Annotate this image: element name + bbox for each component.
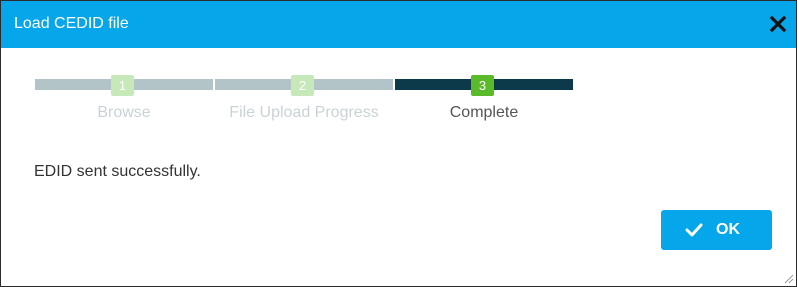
progress-steps: 1 Browse 2 File Upload Progress 3 Comple… <box>35 75 575 123</box>
close-icon[interactable] <box>769 15 787 33</box>
dialog-content: 1 Browse 2 File Upload Progress 3 Comple… <box>1 49 796 286</box>
load-cedid-dialog: Load CEDID file 1 Browse 2 File Upload P… <box>0 0 797 287</box>
dialog-titlebar: Load CEDID file <box>1 1 796 48</box>
step-file-upload-progress: 2 File Upload Progress <box>215 75 393 123</box>
ok-button[interactable]: OK <box>661 210 772 250</box>
ok-button-label: OK <box>716 221 740 238</box>
step-label: Complete <box>449 104 519 121</box>
status-message: EDID sent successfully. <box>34 163 201 180</box>
step-number: 3 <box>471 75 494 96</box>
checkmark-icon <box>685 223 703 237</box>
dialog-title: Load CEDID file <box>14 15 129 32</box>
resize-grip-icon[interactable] <box>782 272 794 284</box>
step-browse: 1 Browse <box>35 75 213 123</box>
step-complete: 3 Complete <box>395 75 573 123</box>
step-number: 2 <box>291 75 314 96</box>
step-number: 1 <box>111 75 134 96</box>
